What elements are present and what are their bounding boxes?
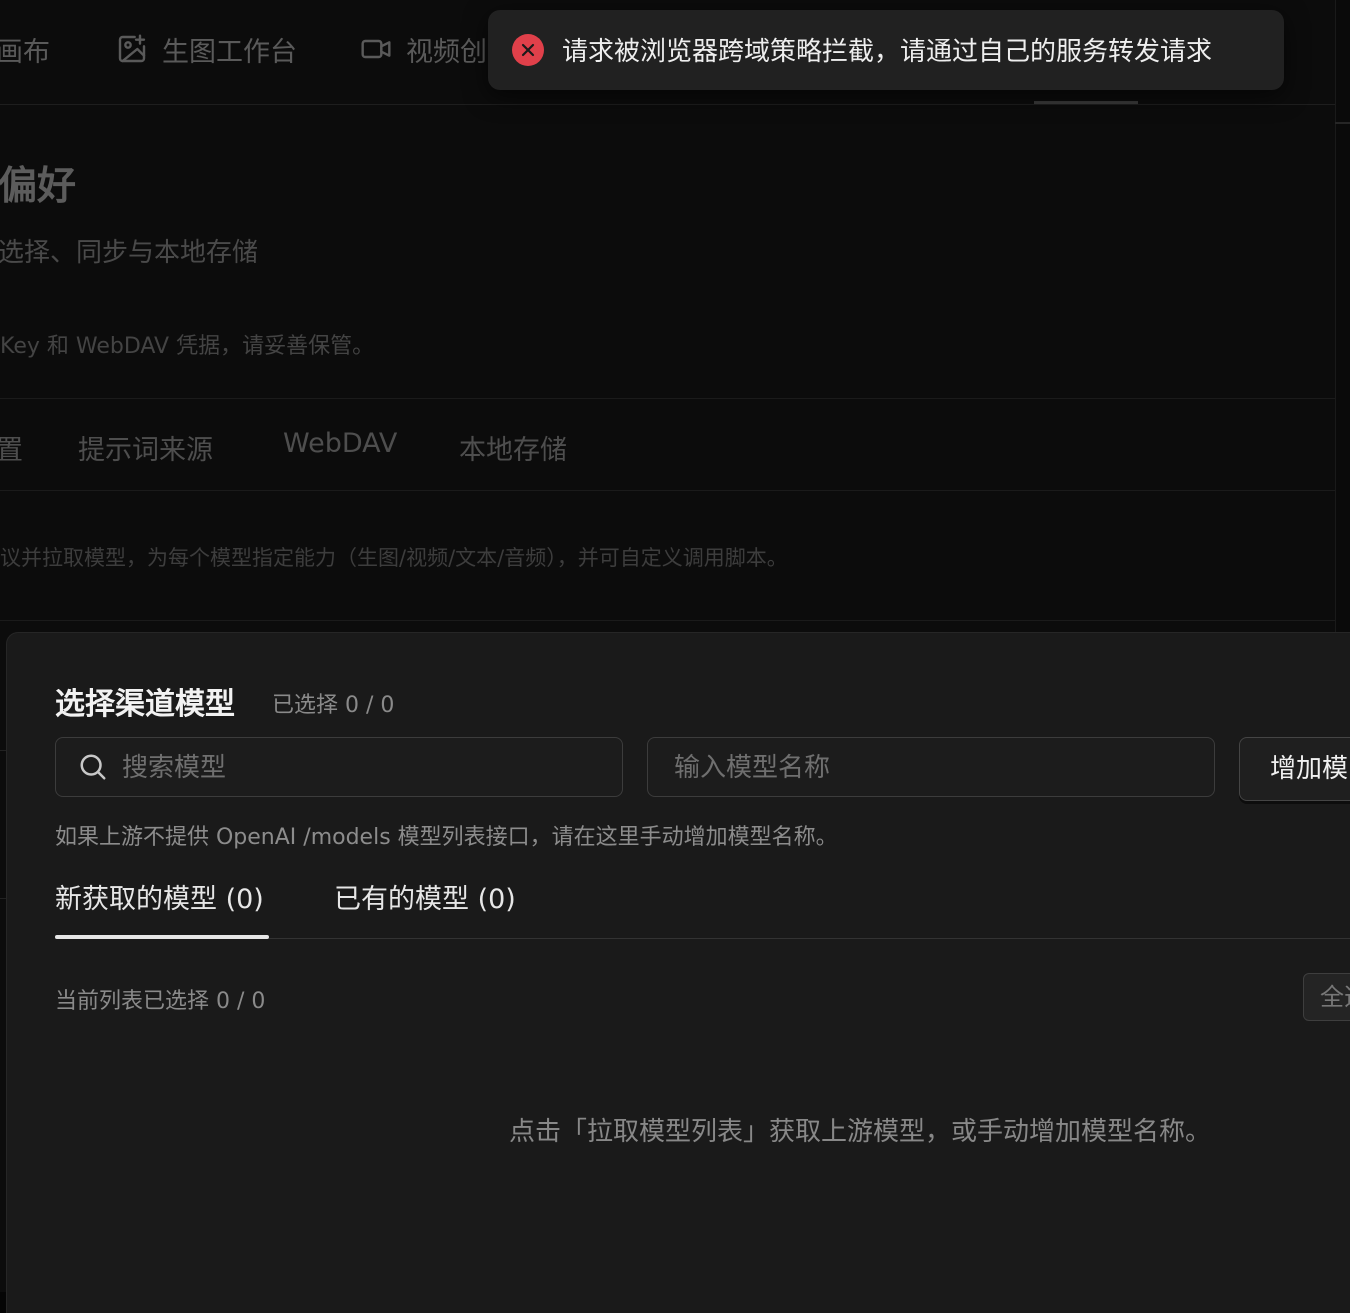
model-name-input[interactable] [672, 738, 1206, 798]
nav-item-canvas[interactable]: 画布 [0, 28, 50, 70]
model-name-field [647, 737, 1215, 798]
select-all-button[interactable]: 全选 [1303, 973, 1350, 1021]
nav-active-underline [1034, 101, 1138, 104]
search-field [55, 737, 623, 798]
video-icon [361, 39, 391, 59]
page-subtitle: 选择、同步与本地存储 [0, 238, 259, 268]
image-edit-icon [118, 34, 146, 63]
selected-count: 已选择 0 / 0 [272, 693, 395, 718]
credentials-warning: Key 和 WebDAV 凭据，请妥善保管。 [0, 334, 375, 359]
manual-add-hint: 如果上游不提供 OpenAI /models 模型列表接口，请在这里手动增加模型… [55, 825, 838, 850]
nav-item-video[interactable]: 视频创 [360, 28, 487, 70]
page-scrollbar-thumb[interactable] [1335, 122, 1350, 124]
close-circle-icon [512, 34, 544, 66]
tab-prompt-source[interactable]: 提示词来源 [78, 428, 213, 467]
nav-item-label: 视频创 [406, 36, 487, 68]
divider [0, 620, 1335, 621]
add-model-button[interactable]: 增加模 [1239, 737, 1350, 801]
divider [0, 398, 1335, 399]
tab-new-models[interactable]: 新获取的模型 (0) [55, 877, 264, 916]
search-input[interactable] [120, 738, 614, 798]
nav-item-label: 画布 [0, 36, 50, 68]
tab-webdav[interactable]: WebDAV [283, 428, 397, 459]
nav-item-image-workbench[interactable]: 生图工作台 [116, 28, 297, 70]
page-title: 偏好 [0, 164, 77, 209]
tab-existing-models[interactable]: 已有的模型 (0) [334, 877, 516, 916]
empty-state-text: 点击「拉取模型列表」获取上游模型，或手动增加模型名称。 [509, 1117, 1212, 1147]
toast-message: 请求被浏览器跨域策略拦截，请通过自己的服务转发请求 [562, 37, 1213, 67]
divider [0, 490, 1335, 491]
page-scrollbar[interactable] [1335, 0, 1350, 632]
active-tab-underline [55, 935, 269, 939]
search-icon [80, 754, 106, 780]
dialog-title: 选择渠道模型 [55, 687, 235, 722]
model-config-description: 议并拉取模型，为每个模型指定能力（生图/视频/文本/音频），并可自定义调用脚本。 [0, 546, 788, 570]
list-selected-count: 当前列表已选择 0 / 0 [55, 989, 266, 1014]
error-toast: 请求被浏览器跨域策略拦截，请通过自己的服务转发请求 [488, 10, 1284, 90]
tab-model-config[interactable]: 置 [0, 428, 23, 467]
tab-local-storage[interactable]: 本地存储 [459, 428, 567, 467]
nav-item-label: 生图工作台 [162, 36, 297, 68]
select-channel-models-dialog: 选择渠道模型 已选择 0 / 0 增加模 如果上游不提供 OpenAI /mod… [6, 632, 1350, 1313]
